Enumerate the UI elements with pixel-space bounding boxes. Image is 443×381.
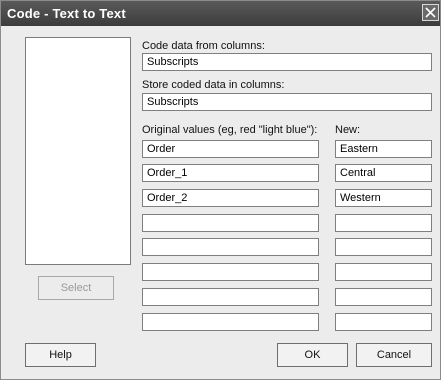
close-icon <box>425 7 436 18</box>
original-values-label: Original values (eg, red "light blue"): <box>142 124 318 136</box>
cancel-button[interactable]: Cancel <box>356 343 432 367</box>
new-value-input[interactable] <box>335 214 432 232</box>
store-in-input[interactable]: Subscripts <box>142 93 432 111</box>
code-from-label: Code data from columns: <box>142 40 265 52</box>
new-values-label: New: <box>335 124 361 136</box>
original-value-input[interactable]: Order_2 <box>142 189 319 207</box>
original-value-input[interactable] <box>142 288 319 306</box>
code-text-to-text-dialog: Code - Text to Text Select Code data fro… <box>0 0 441 380</box>
dialog-title: Code - Text to Text <box>7 6 126 21</box>
original-value-input[interactable] <box>142 214 319 232</box>
original-value-input[interactable] <box>142 238 319 256</box>
original-value-input[interactable]: Order_1 <box>142 164 319 182</box>
new-value-input[interactable] <box>335 288 432 306</box>
new-value-input[interactable]: Eastern <box>335 140 432 158</box>
help-button[interactable]: Help <box>25 343 96 367</box>
original-value-input[interactable] <box>142 263 319 281</box>
column-list[interactable] <box>25 37 131 265</box>
ok-button[interactable]: OK <box>277 343 348 367</box>
new-value-input[interactable] <box>335 238 432 256</box>
title-bar[interactable]: Code - Text to Text <box>1 1 440 26</box>
original-value-input[interactable] <box>142 313 319 331</box>
new-value-input[interactable] <box>335 313 432 331</box>
code-from-input[interactable]: Subscripts <box>142 53 432 71</box>
new-value-input[interactable]: Central <box>335 164 432 182</box>
close-button[interactable] <box>422 4 439 21</box>
original-value-input[interactable]: Order <box>142 140 319 158</box>
new-value-input[interactable] <box>335 263 432 281</box>
new-value-input[interactable]: Western <box>335 189 432 207</box>
select-button[interactable]: Select <box>38 276 114 300</box>
store-in-label: Store coded data in columns: <box>142 79 285 91</box>
